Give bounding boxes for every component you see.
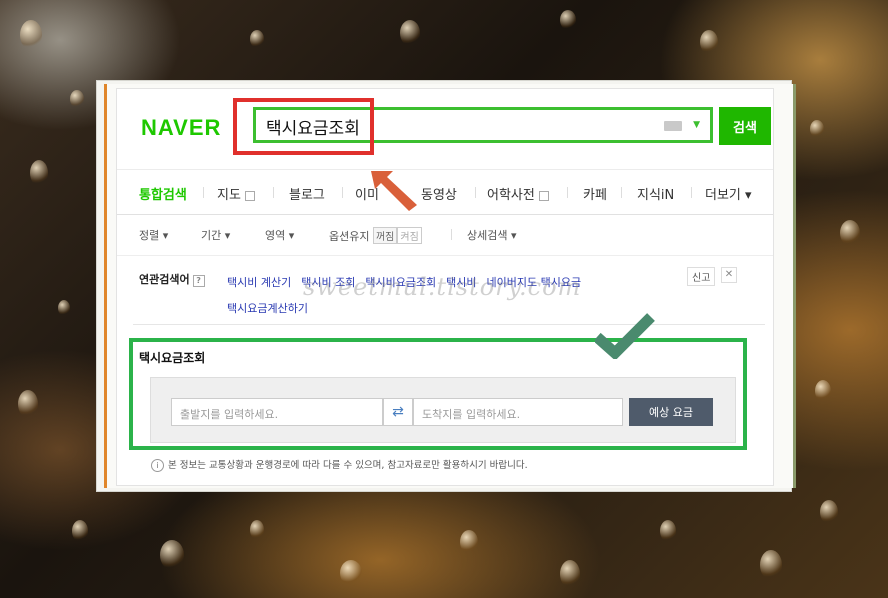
rain-drop (250, 30, 264, 48)
divider (567, 187, 568, 198)
rain-drop (30, 160, 48, 186)
search-button[interactable]: 검색 (719, 107, 771, 145)
rain-drop (250, 520, 264, 540)
tab-dictionary[interactable]: 어학사전 (487, 184, 549, 203)
filter-period[interactable]: 기간 ▾ (201, 227, 230, 243)
filter-option-keep: 옵션유지 꺼짐 켜짐 (329, 227, 422, 244)
related-label-text: 연관검색어 (139, 273, 190, 286)
divider (203, 187, 204, 198)
tab-cafe[interactable]: 카페 (583, 184, 607, 203)
popup-icon (244, 190, 255, 201)
naver-logo[interactable]: NAVER (141, 115, 221, 141)
tab-map-label: 지도 (217, 188, 241, 203)
popup-icon (538, 190, 549, 201)
report-button[interactable]: 신고 (687, 267, 716, 286)
keyboard-icon[interactable] (664, 121, 682, 131)
tab-kin[interactable]: 지식iN (637, 184, 674, 203)
rain-drop (58, 300, 70, 316)
related-searches-label: 연관검색어? (139, 271, 205, 287)
rain-drop (160, 540, 184, 570)
swap-icon[interactable]: ⇄ (383, 398, 413, 426)
tab-dictionary-label: 어학사전 (487, 188, 535, 203)
tab-blog[interactable]: 블로그 (289, 184, 325, 203)
related-link[interactable]: 택시비 계산기 (227, 276, 291, 289)
option-keep-label: 옵션유지 (329, 230, 370, 243)
naver-search-panel: NAVER 택시요금조회 ▼ 검색 통합검색 지도 블로그 이미 동영상 어학사… (116, 88, 774, 486)
tab-video[interactable]: 동영상 (421, 184, 457, 203)
filter-detail-search[interactable]: 상세검색 ▾ (467, 227, 517, 243)
rain-drop (400, 20, 420, 46)
origin-input[interactable]: 출발지를 입력하세요. (171, 398, 383, 426)
search-tabs: 통합검색 지도 블로그 이미 동영상 어학사전 카페 지식iN 더보기 ▾ (117, 169, 773, 215)
tab-map[interactable]: 지도 (217, 184, 255, 203)
tab-more[interactable]: 더보기 ▾ (705, 184, 752, 203)
watermark: sweetmul.tistory.com (303, 273, 582, 301)
search-highlight-box (233, 98, 374, 155)
rain-drop (815, 380, 831, 402)
toggle-off[interactable]: 꺼짐 (372, 227, 398, 244)
divider (451, 229, 452, 240)
rain-drop (70, 90, 84, 108)
filter-sort[interactable]: 정렬 ▾ (139, 227, 168, 243)
rain-drop (340, 560, 362, 586)
check-icon (595, 313, 655, 359)
destination-input[interactable]: 도착지를 입력하세요. (413, 398, 623, 426)
filter-area[interactable]: 영역 ▾ (265, 227, 294, 243)
rain-drop (18, 390, 38, 418)
rain-drop (820, 500, 838, 524)
search-filters: 정렬 ▾ 기간 ▾ 영역 ▾ 옵션유지 꺼짐 켜짐 상세검색 ▾ (117, 213, 773, 256)
info-icon: i (151, 459, 164, 472)
rain-drop (840, 220, 860, 246)
divider (342, 187, 343, 198)
toggle-on[interactable]: 켜짐 (397, 227, 422, 244)
fare-form: 출발지를 입력하세요. ⇄ 도착지를 입력하세요. 예상 요금 (150, 377, 736, 443)
arrow-icon (371, 171, 417, 211)
rain-drop (760, 550, 782, 580)
fare-widget-title: 택시요금조회 (139, 351, 206, 365)
divider (273, 187, 274, 198)
rain-drop (20, 20, 42, 50)
rain-drop (560, 10, 576, 30)
rain-drop (700, 30, 718, 54)
related-link[interactable]: 택시요금계산하기 (227, 302, 308, 315)
rain-drop (460, 530, 478, 554)
rain-drop (810, 120, 824, 138)
divider (133, 324, 765, 325)
rain-drop (72, 520, 88, 542)
help-icon[interactable]: ? (192, 275, 205, 287)
close-icon[interactable]: ✕ (721, 267, 737, 283)
rain-drop (560, 560, 580, 588)
tab-integrated[interactable]: 통합검색 (139, 184, 187, 203)
estimate-fare-button[interactable]: 예상 요금 (629, 398, 713, 426)
divider (621, 187, 622, 198)
divider (691, 187, 692, 198)
rain-drop (660, 520, 676, 542)
fare-notice: i 본 정보는 교통상황과 운행경로에 따라 다를 수 있으며, 참고자료로만 활… (151, 457, 528, 472)
divider (475, 187, 476, 198)
chevron-down-icon[interactable]: ▼ (693, 120, 700, 130)
notice-text: 본 정보는 교통상황과 운행경로에 따라 다를 수 있으며, 참고자료로만 활용… (168, 460, 528, 471)
